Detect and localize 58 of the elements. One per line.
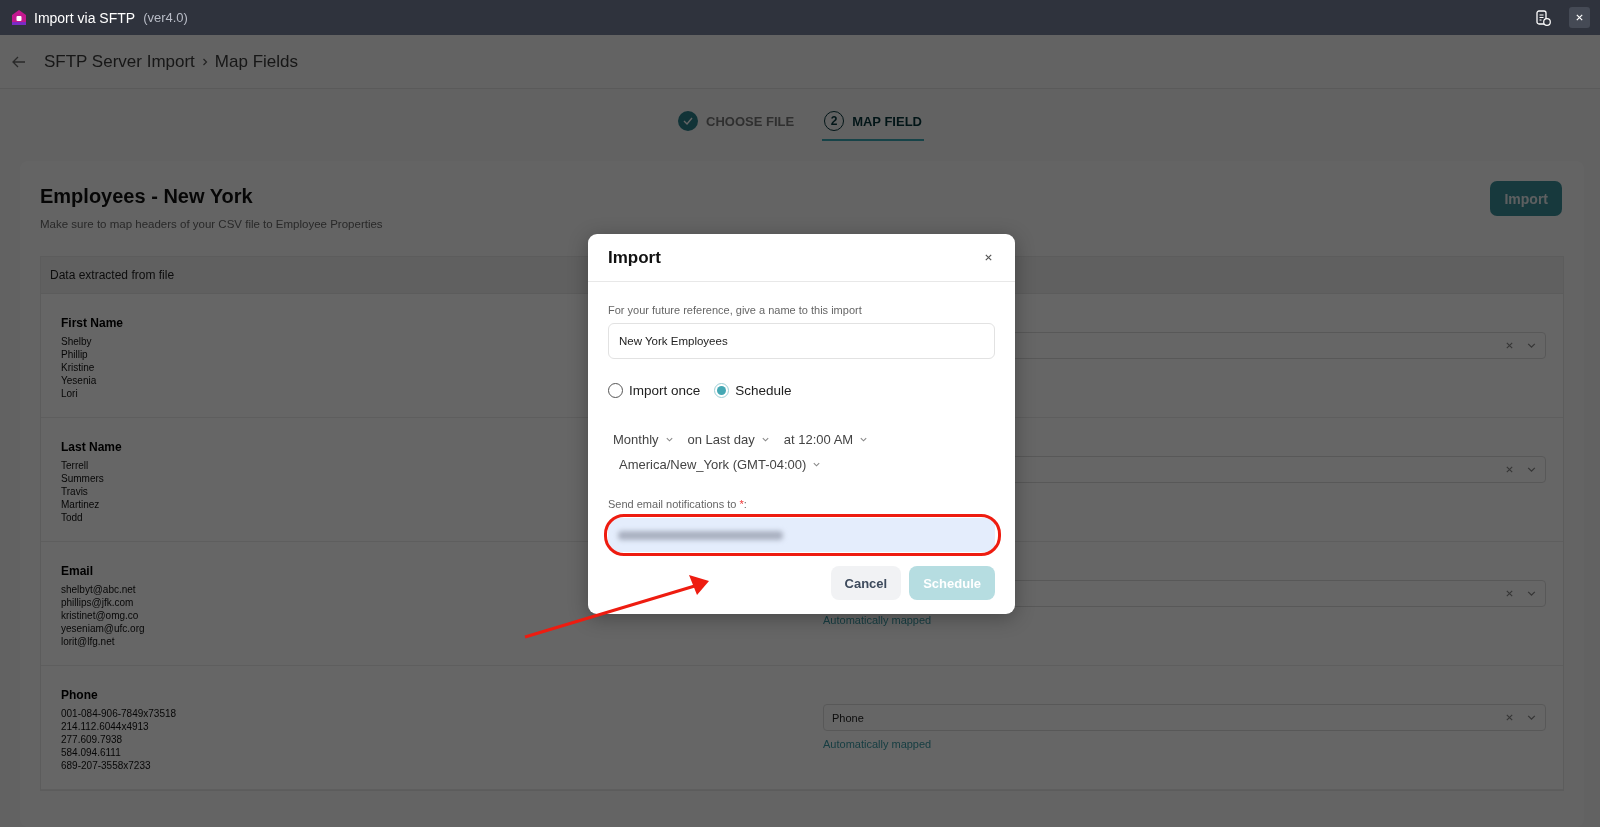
sample-value: phillips@jfk.com xyxy=(61,596,134,609)
chevron-down-icon xyxy=(859,435,869,444)
page-title: Employees - New York xyxy=(40,185,254,208)
close-button[interactable] xyxy=(1569,7,1590,28)
document-icon[interactable] xyxy=(1536,9,1551,26)
sample-value: yeseniam@ufc.org xyxy=(61,622,145,635)
chevron-down-icon xyxy=(812,460,822,469)
clear-icon xyxy=(1505,341,1514,350)
radio-option[interactable]: Schedule xyxy=(714,383,792,398)
radio-option[interactable]: Import once xyxy=(608,383,701,398)
sample-value: 584.094.6111 xyxy=(61,746,121,759)
sample-value: shelbyt@abc.net xyxy=(61,583,136,596)
back-arrow-icon[interactable] xyxy=(12,55,26,68)
sample-value: Lori xyxy=(61,387,78,400)
radio-label: Schedule xyxy=(735,383,792,398)
schedule-dropdown[interactable]: on Last day xyxy=(687,432,770,447)
sample-value: Todd xyxy=(61,511,83,524)
email-label: Send email notifications to *: xyxy=(608,498,748,510)
sample-value: Yesenia xyxy=(61,374,97,387)
sample-value: Summers xyxy=(61,472,104,485)
mapped-note: Automatically mapped xyxy=(823,738,933,750)
schedule-dropdown[interactable]: Monthly xyxy=(613,432,674,447)
sample-value: Terrell xyxy=(61,459,89,472)
clear-icon xyxy=(1505,713,1514,722)
field-name: Phone xyxy=(61,688,98,702)
radio-label: Import once xyxy=(629,383,701,398)
sample-value: Travis xyxy=(61,485,88,498)
sample-value: 277.609.7938 xyxy=(61,733,123,746)
chevron-right-icon xyxy=(200,56,209,67)
close-icon xyxy=(984,253,993,262)
sample-value: Martinez xyxy=(61,498,100,511)
field-name: Last Name xyxy=(61,440,122,454)
sample-value: 001-084-906-7849x73518 xyxy=(61,707,177,720)
email-field[interactable] xyxy=(608,518,995,552)
field-name: Email xyxy=(61,564,93,578)
mapped-note: Automatically mapped xyxy=(823,614,933,626)
version-label: (ver4.0) xyxy=(143,10,188,25)
schedule-dropdown[interactable]: America/New_York (GMT-04:00) xyxy=(613,457,822,472)
chevron-down-icon xyxy=(760,435,770,444)
sample-value: kristinet@omg.co xyxy=(61,609,139,622)
clear-icon xyxy=(1505,465,1514,474)
field-label: For your future reference, give a name to this import xyxy=(608,304,863,316)
sample-value: Kristine xyxy=(61,361,95,374)
import-name-field[interactable]: New York Employees xyxy=(608,323,995,359)
sample-value: lorit@lfg.net xyxy=(61,635,115,648)
sample-value: 689-207-3558x7233 xyxy=(61,759,151,772)
sample-value: 214.112.6044x4913 xyxy=(61,720,149,733)
window-title: Import via SFTP xyxy=(34,9,136,26)
cancel-button[interactable]: Cancel xyxy=(830,566,902,600)
app-logo-icon xyxy=(12,10,26,25)
sample-value: Phillip xyxy=(61,348,88,361)
close-icon xyxy=(1575,13,1584,22)
breadcrumb-item: Map Fields xyxy=(214,51,298,72)
clear-icon xyxy=(1505,589,1514,598)
sample-value: Shelby xyxy=(61,335,92,348)
field-name: First Name xyxy=(61,316,124,330)
schedule-dropdown[interactable]: at 12:00 AM xyxy=(783,432,869,447)
chevron-down-icon xyxy=(664,435,674,444)
